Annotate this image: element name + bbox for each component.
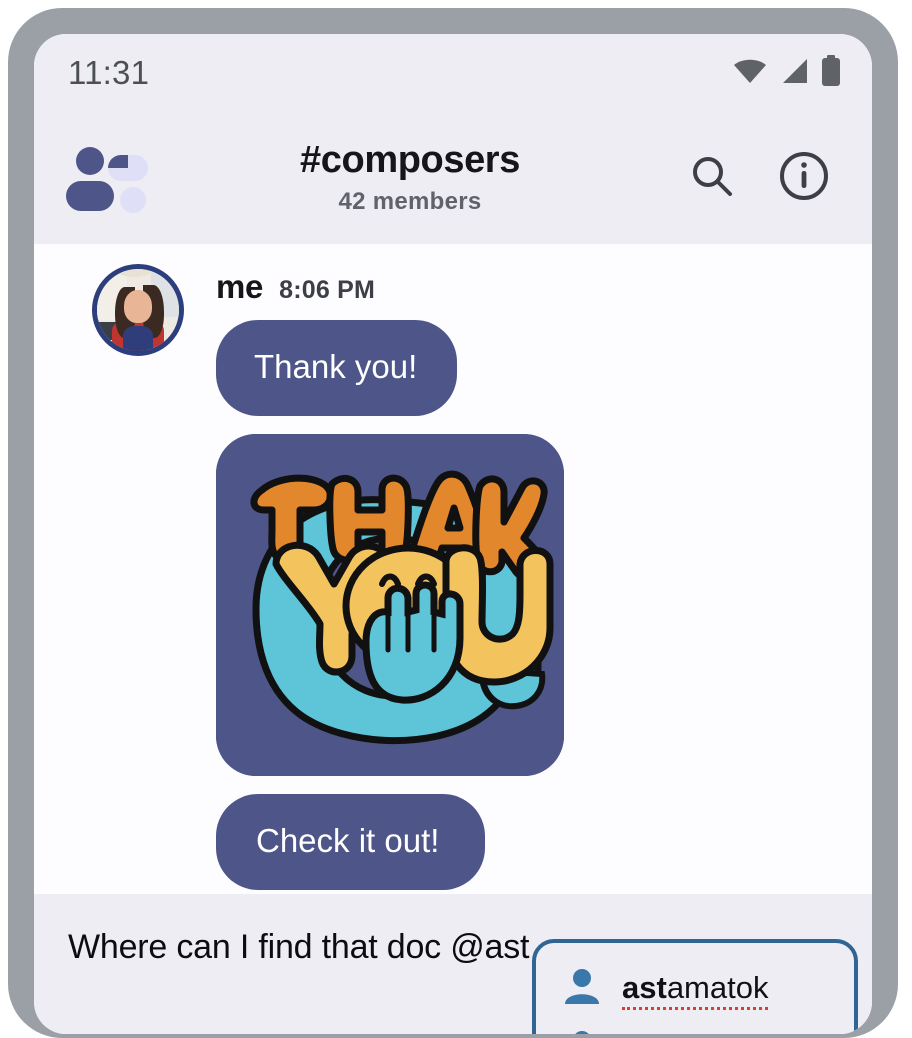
header-actions <box>688 150 846 207</box>
cellular-signal-icon <box>779 57 809 90</box>
header-titles: #composers 42 members <box>132 140 688 215</box>
message-timestamp: 8:06 PM <box>279 276 375 304</box>
message-meta: me 8:06 PM <box>216 268 564 306</box>
message-bubble-text[interactable]: Thank you! <box>216 320 458 416</box>
message-bubble-text[interactable]: Check it out! <box>216 794 486 890</box>
thank-you-sticker-icon <box>216 434 564 776</box>
status-bar: 11:31 <box>34 34 872 112</box>
member-count[interactable]: 42 members <box>132 188 688 216</box>
logo-shape-pill-dark <box>66 181 114 211</box>
message-group: me 8:06 PM Thank you! Check it out! <box>34 258 872 908</box>
message-body: me 8:06 PM Thank you! Check it out! <box>216 258 564 908</box>
device-frame: 11:31 #composers 42 members me 8:06 PM T… <box>8 8 898 1038</box>
battery-icon <box>820 54 842 92</box>
message-list[interactable]: me 8:06 PM Thank you! Check it out! asta… <box>34 244 872 1034</box>
phone-screen: 11:31 #composers 42 members me 8:06 PM T… <box>34 34 872 1034</box>
logo-shape-circle-dark <box>76 147 104 175</box>
mention-autocomplete-popup[interactable]: astamatok astonv2022 <box>532 939 858 1034</box>
mention-suggestion-item[interactable]: astonv2022 <box>536 1019 854 1034</box>
person-icon <box>562 1028 602 1034</box>
mention-suggestion-label: astamatok <box>622 970 769 1010</box>
user-avatar[interactable] <box>92 264 184 356</box>
message-bubble-sticker[interactable] <box>216 434 564 776</box>
search-icon[interactable] <box>688 152 736 205</box>
wifi-icon <box>732 57 768 90</box>
sender-name[interactable]: me <box>216 268 263 306</box>
info-icon[interactable] <box>778 150 830 207</box>
logo-shape-pill-corner-dark <box>108 155 128 168</box>
status-icons <box>732 54 842 92</box>
avatar-face <box>124 290 152 324</box>
channel-title[interactable]: #composers <box>132 140 688 181</box>
logo-shape-circle-light <box>120 187 146 213</box>
mention-suggestion-item[interactable]: astamatok <box>536 957 854 1019</box>
workspace-logo-icon[interactable] <box>66 147 148 213</box>
avatar-shirt <box>123 326 153 351</box>
mention-suggestion-label: astonv2022 <box>622 1032 786 1034</box>
person-icon <box>562 966 602 1011</box>
chat-header: #composers 42 members <box>34 112 872 244</box>
status-clock: 11:31 <box>68 54 150 91</box>
